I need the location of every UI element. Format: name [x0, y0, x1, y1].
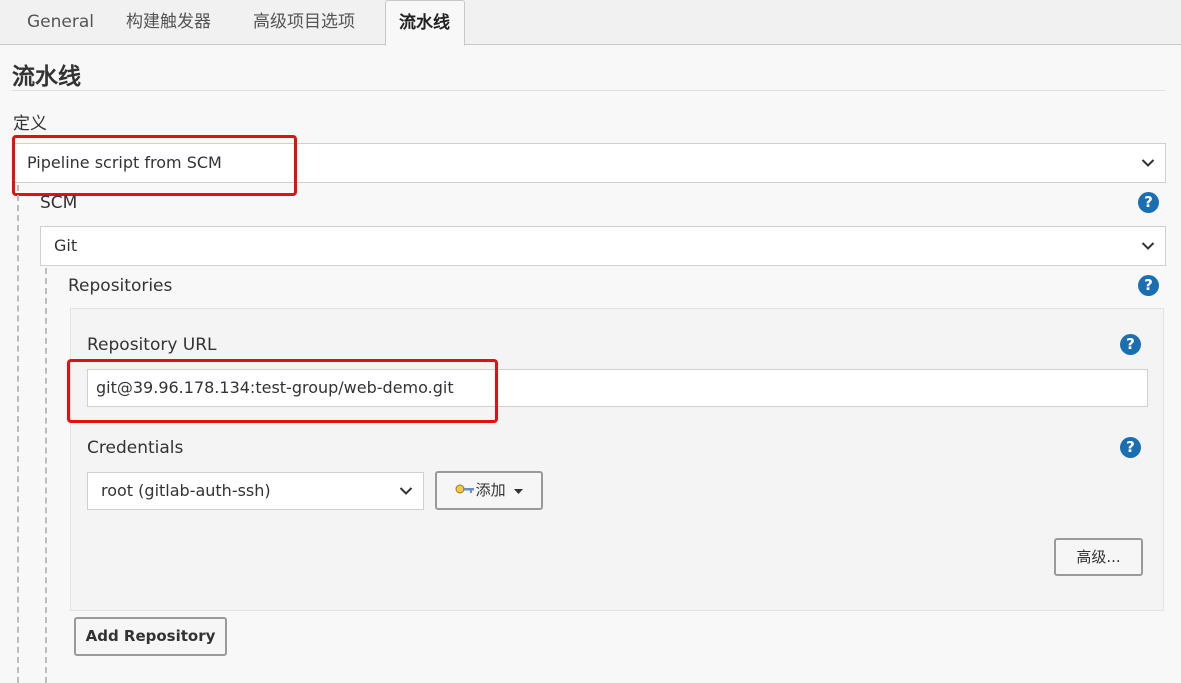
- credentials-label: Credentials: [87, 438, 184, 458]
- credentials-select[interactable]: root (gitlab-auth-ssh): [87, 472, 424, 510]
- highlight-definition: [12, 135, 297, 196]
- scm-label: SCM: [40, 193, 78, 213]
- definition-label: 定义: [13, 114, 47, 134]
- chevron-down-icon: [399, 473, 413, 509]
- tab-bar: General 构建触发器 高级项目选项 流水线: [0, 0, 1181, 46]
- repository-url-label: Repository URL: [87, 335, 217, 355]
- nesting-line-inner: [45, 268, 47, 683]
- repositories-help-icon[interactable]: ?: [1138, 275, 1159, 296]
- add-credentials-button[interactable]: 添加: [435, 471, 543, 510]
- tab-general[interactable]: General: [14, 0, 107, 45]
- scm-select[interactable]: Git: [40, 226, 1166, 266]
- add-credentials-label: 添加: [475, 481, 506, 499]
- section-divider: [12, 90, 1165, 91]
- tab-advanced-project-options[interactable]: 高级项目选项: [240, 0, 368, 45]
- repositories-label: Repositories: [68, 276, 173, 296]
- caret-down-icon: [514, 473, 524, 508]
- tab-build-triggers[interactable]: 构建触发器: [113, 0, 224, 45]
- nesting-line-outer: [17, 185, 19, 683]
- credentials-selected-value: root (gitlab-auth-ssh): [101, 481, 271, 500]
- chevron-down-icon: [1141, 227, 1155, 265]
- advanced-button[interactable]: 高级...: [1054, 538, 1143, 576]
- add-repository-button[interactable]: Add Repository: [74, 617, 227, 656]
- scm-selected-value: Git: [54, 236, 78, 255]
- scm-help-icon[interactable]: ?: [1138, 192, 1159, 213]
- repository-url-help-icon[interactable]: ?: [1120, 334, 1141, 355]
- key-icon: [455, 473, 475, 508]
- chevron-down-icon: [1141, 144, 1155, 182]
- highlight-repository-url: [67, 359, 498, 423]
- credentials-help-icon[interactable]: ?: [1120, 437, 1141, 458]
- tab-pipeline[interactable]: 流水线: [385, 0, 465, 46]
- section-title: 流水线: [12, 64, 81, 90]
- repository-entry: [70, 308, 1164, 611]
